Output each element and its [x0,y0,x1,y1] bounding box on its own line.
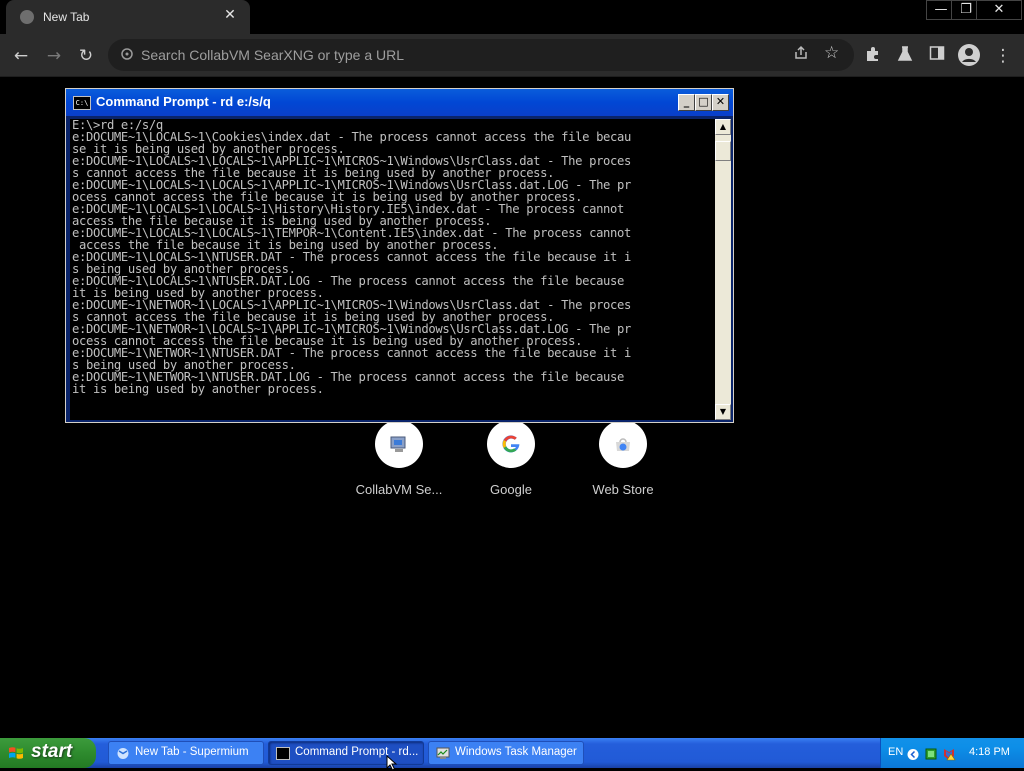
security-alert-icon[interactable] [942,746,956,761]
google-icon [487,420,535,468]
window-title: Command Prompt - rd e:/s/q [96,94,271,109]
taskbar-item-supermium[interactable]: New Tab - Supermium [108,741,264,765]
shortcut-web-store[interactable]: Web Store [568,420,678,497]
windows-logo-icon [9,747,23,759]
language-indicator[interactable]: EN [888,746,903,758]
browser-menu-icon[interactable]: ⋮ [992,45,1014,67]
forward-arrow-icon[interactable]: → [43,45,65,67]
close-window-button[interactable]: ✕ [976,0,1022,20]
shortcut-google[interactable]: Google [456,420,566,497]
share-icon[interactable] [793,45,809,65]
scrollbar-thumb[interactable] [715,141,731,161]
taskbar-item-command-prompt[interactable]: Command Prompt - rd... [268,741,424,765]
globe-icon [20,10,34,24]
shortcut-label: Google [490,482,532,497]
command-prompt-icon [276,747,290,760]
browser-tab-new-tab[interactable]: New Tab ✕ [6,0,250,34]
minimize-button[interactable]: _ [678,94,695,111]
start-button[interactable]: start [0,738,96,768]
side-panel-icon[interactable] [926,45,948,67]
command-prompt-icon: C:\ [73,96,91,110]
taskbar-item-label: New Tab - Supermium [135,746,249,758]
network-icon[interactable] [925,746,937,760]
profile-avatar-icon[interactable] [957,43,980,66]
labs-flask-icon[interactable] [894,45,916,67]
taskbar-item-task-manager[interactable]: Windows Task Manager [428,741,584,765]
site-info-icon[interactable] [120,47,134,61]
scroll-up-arrow-icon[interactable]: ▲ [715,119,731,135]
tab-title: New Tab [43,10,90,24]
shortcut-label: CollabVM Se... [355,482,443,497]
close-tab-icon[interactable]: ✕ [220,7,240,23]
system-tray: EN 4:18 PM [880,738,1024,768]
language-bar-icon[interactable] [907,746,919,760]
address-bar-placeholder: Search CollabVM SearXNG or type a URL [141,47,404,63]
collabvm-icon [375,420,423,468]
extensions-puzzle-icon[interactable] [862,45,884,67]
task-manager-icon [436,747,450,759]
maximize-button[interactable]: □ [695,94,712,111]
scroll-down-arrow-icon[interactable]: ▼ [715,404,731,420]
browser-app-icon [117,748,129,759]
web-store-icon [599,420,647,468]
start-label: start [31,741,73,762]
taskbar-item-label: Windows Task Manager [455,746,577,758]
back-arrow-icon[interactable]: ← [10,45,32,67]
shortcut-collabvm[interactable]: CollabVM Se... [344,420,454,497]
command-prompt-window[interactable]: C:\ Command Prompt - rd e:/s/q _ □ ✕ E:\… [65,88,734,423]
console-output-text: E:\>rd e:/s/q e:DOCUME~1\LOCALS~1\Cookie… [72,119,632,396]
browser-toolbar: ← → ↻ Search CollabVM SearXNG or type a … [0,34,1024,77]
address-bar[interactable]: Search CollabVM SearXNG or type a URL ☆ [108,39,854,71]
shortcut-label: Web Store [592,482,654,497]
clock[interactable]: 4:18 PM [969,746,1010,758]
taskbar-item-label: Command Prompt - rd... [295,746,419,758]
console-output-area[interactable]: E:\>rd e:/s/q e:DOCUME~1\LOCALS~1\Cookie… [70,119,715,420]
reload-icon[interactable]: ↻ [75,45,97,67]
bookmark-star-icon[interactable]: ☆ [824,43,839,63]
browser-tab-strip: New Tab ✕ — ❐ ✕ [0,0,1024,34]
command-prompt-titlebar[interactable]: C:\ Command Prompt - rd e:/s/q _ □ ✕ [66,89,733,116]
vertical-scrollbar[interactable]: ▲ ▼ [715,119,731,420]
taskbar: start New Tab - Supermium Command Prompt… [0,738,1024,768]
close-button[interactable]: ✕ [712,94,729,111]
